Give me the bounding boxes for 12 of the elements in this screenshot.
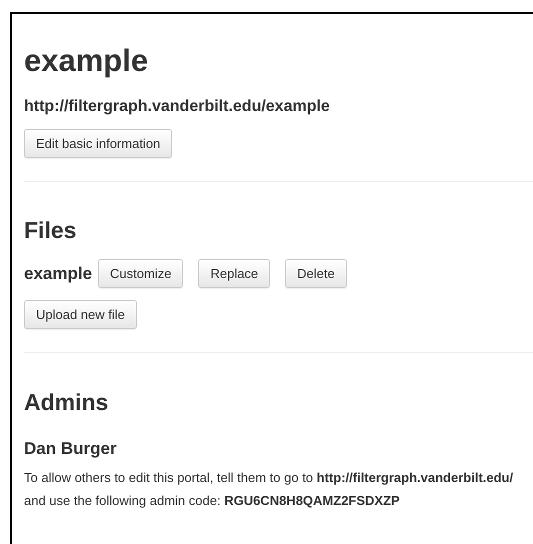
portal-url: http://filtergraph.vanderbilt.edu/example	[24, 97, 331, 117]
admin-instructions: To allow others to edit this portal, tell them to go to http://filtergraph.vanderbilt.edu/ and use the following admin code: RGU6CN8H8QAMZ2FSDXZP	[24, 469, 514, 510]
portal-title: example	[24, 42, 150, 80]
section-heading: Admins	[24, 388, 110, 417]
section-heading: Files	[24, 216, 78, 245]
file-name: example	[24, 264, 92, 284]
file-action-button[interactable]: Delete	[285, 259, 347, 288]
file-action-button[interactable]: Replace	[198, 259, 270, 288]
file-action-button[interactable]: Customize	[98, 259, 184, 288]
upload-button[interactable]: Upload new file	[24, 300, 137, 329]
admin-name: Dan Burger	[24, 438, 118, 460]
edit-info-button[interactable]: Edit basic information	[24, 129, 172, 158]
